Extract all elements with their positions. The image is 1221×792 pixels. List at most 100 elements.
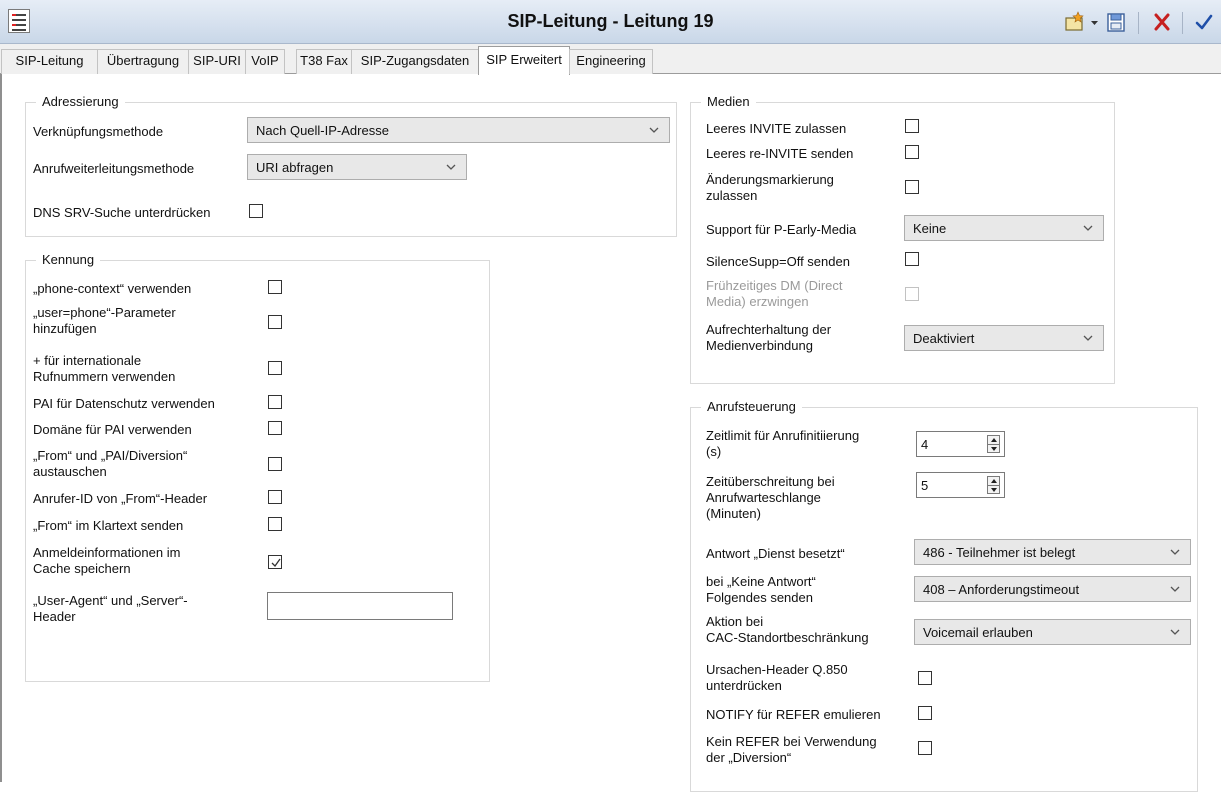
checkmark-icon [271,558,281,568]
anmeldeinfo-checkbox[interactable] [268,555,282,569]
dienst-besetzt-value: 486 - Teilnehmer ist belegt [923,545,1076,560]
from-pai-checkbox[interactable] [268,457,282,471]
tab-engineering[interactable]: Engineering [569,49,653,74]
cancel-icon[interactable] [1150,10,1174,34]
pai-datenschutz-label: PAI für Datenschutz verwenden [33,396,215,411]
anrufweiterleitungsmethode-value: URI abfragen [256,160,334,175]
verknuepfungsmethode-value: Nach Quell-IP-Adresse [256,123,389,138]
plus-international-checkbox[interactable] [268,361,282,375]
dienst-besetzt-select[interactable]: 486 - Teilnehmer ist belegt [914,539,1191,565]
leeres-invite-checkbox[interactable] [905,119,919,133]
user-agent-label-1: „User-Agent“ und „Server“- [33,593,188,608]
chevron-down-icon [1083,335,1093,341]
fruehzeitiges-dm-label-1: Frühzeitiges DM (Direct [706,278,843,293]
user-phone-label-2: hinzufügen [33,321,97,336]
fruehzeitiges-dm-label-2: Media) erzwingen [706,294,809,309]
from-pai-label-2: austauschen [33,464,107,479]
group-anrufsteuerung-legend: Anrufsteuerung [707,399,796,414]
p-early-media-select[interactable]: Keine [904,215,1104,241]
aufrechterhaltung-select[interactable]: Deaktiviert [904,325,1104,351]
keine-antwort-select[interactable]: 408 – Anforderungstimeout [914,576,1191,602]
spinner-arrows-icon[interactable] [987,435,1000,453]
domaene-pai-checkbox[interactable] [268,421,282,435]
silencesupp-label: SilenceSupp=Off senden [706,254,850,269]
kein-refer-label-1: Kein REFER bei Verwendung [706,734,877,749]
user-phone-checkbox[interactable] [268,315,282,329]
keine-antwort-label-2: Folgendes senden [706,590,813,605]
anrufer-id-checkbox[interactable] [268,490,282,504]
user-phone-label-1: „user=phone“-Parameter [33,305,176,320]
zeitlimit-label-2: (s) [706,444,722,459]
panel-left-edge [0,74,2,782]
plus-international-label-2: Rufnummern verwenden [33,369,176,384]
cac-select[interactable]: Voicemail erlauben [914,619,1191,645]
title-bar: SIP-Leitung - Leitung 19 [0,0,1221,44]
aufrechterhaltung-label-1: Aufrechterhaltung der [706,322,832,337]
phone-context-label: „phone-context“ verwenden [33,281,192,296]
zeitueberschreitung-label-1: Zeitüberschreitung bei [706,474,835,489]
toolbar-separator [1138,12,1139,34]
tab-sip-erweitert[interactable]: SIP Erweitert [478,46,570,75]
aenderung-label-1: Änderungsmarkierung [706,172,834,187]
group-adressierung-legend: Adressierung [42,94,119,109]
silencesupp-checkbox[interactable] [905,252,919,266]
verknuepfungsmethode-select[interactable]: Nach Quell-IP-Adresse [247,117,670,143]
q850-checkbox[interactable] [918,671,932,685]
aenderung-checkbox[interactable] [905,180,919,194]
from-klartext-checkbox[interactable] [268,517,282,531]
zeitueberschreitung-spinbox[interactable]: 5 [916,472,1005,498]
zeitlimit-value: 4 [921,437,929,452]
chevron-down-icon [1083,225,1093,231]
dienst-besetzt-label: Antwort „Dienst besetzt“ [706,546,845,561]
chevron-down-icon [1170,629,1180,635]
chevron-down-icon [1170,549,1180,555]
cac-label-1: Aktion bei [706,614,764,629]
zeitlimit-spinbox[interactable]: 4 [916,431,1005,457]
user-agent-input[interactable] [267,592,453,620]
zeitlimit-label-1: Zeitlimit für Anrufinitiierung [706,428,860,443]
notify-refer-label: NOTIFY für REFER emulieren [706,707,881,722]
fruehzeitiges-dm-checkbox[interactable] [905,287,919,301]
chevron-down-icon [446,164,456,170]
save-icon[interactable] [1104,10,1128,34]
from-klartext-label: „From“ im Klartext senden [33,518,184,533]
keine-antwort-value: 408 – Anforderungstimeout [923,582,1080,597]
tab-sip-leitung[interactable]: SIP-Leitung [1,49,98,74]
spinner-arrows-icon[interactable] [987,476,1000,494]
group-medien-legend: Medien [707,94,750,109]
pai-datenschutz-checkbox[interactable] [268,395,282,409]
domaene-pai-label: Domäne für PAI verwenden [33,422,192,437]
aufrechterhaltung-value: Deaktiviert [913,331,975,346]
leeres-reinvite-checkbox[interactable] [905,145,919,159]
aufrechterhaltung-label-2: Medienverbindung [706,338,813,353]
tab-sip-uri[interactable]: SIP-URI [188,49,246,74]
tab-sip-zugangsdaten[interactable]: SIP-Zugangsdaten [351,49,479,74]
zeitueberschreitung-label-3: (Minuten) [706,506,761,521]
dropdown-icon[interactable] [1089,10,1101,34]
keine-antwort-label-1: bei „Keine Antwort“ [706,574,816,589]
dns-srv-checkbox[interactable] [249,204,263,218]
notify-refer-checkbox[interactable] [918,706,932,720]
phone-context-checkbox[interactable] [268,280,282,294]
chevron-down-icon [1170,586,1180,592]
toolbar-separator [1182,12,1183,34]
tab-t38-fax[interactable]: T38 Fax [296,49,352,74]
cac-label-2: CAC-Standortbeschränkung [706,630,869,645]
p-early-media-value: Keine [913,221,947,236]
anrufer-id-label: Anrufer-ID von „From“-Header [33,491,208,506]
q850-label-2: unterdrücken [706,678,782,693]
kein-refer-checkbox[interactable] [918,741,932,755]
tab-voip[interactable]: VoIP [245,49,285,74]
plus-international-label-1: + für internationale [33,353,142,368]
q850-label-1: Ursachen-Header Q.850 [706,662,848,677]
window-title: SIP-Leitung - Leitung 19 [507,11,714,31]
new-icon[interactable] [1063,10,1087,34]
leeres-invite-label: Leeres INVITE zulassen [706,121,847,136]
chevron-down-icon [649,127,659,133]
group-kennung-legend: Kennung [42,252,95,267]
ok-icon[interactable] [1192,10,1216,34]
anrufweiterleitungsmethode-label: Anrufweiterleitungsmethode [33,161,195,176]
anmeldeinfo-label-2: Cache speichern [33,561,131,576]
tab-uebertragung[interactable]: Übertragung [97,49,189,74]
anrufweiterleitungsmethode-select[interactable]: URI abfragen [247,154,467,180]
